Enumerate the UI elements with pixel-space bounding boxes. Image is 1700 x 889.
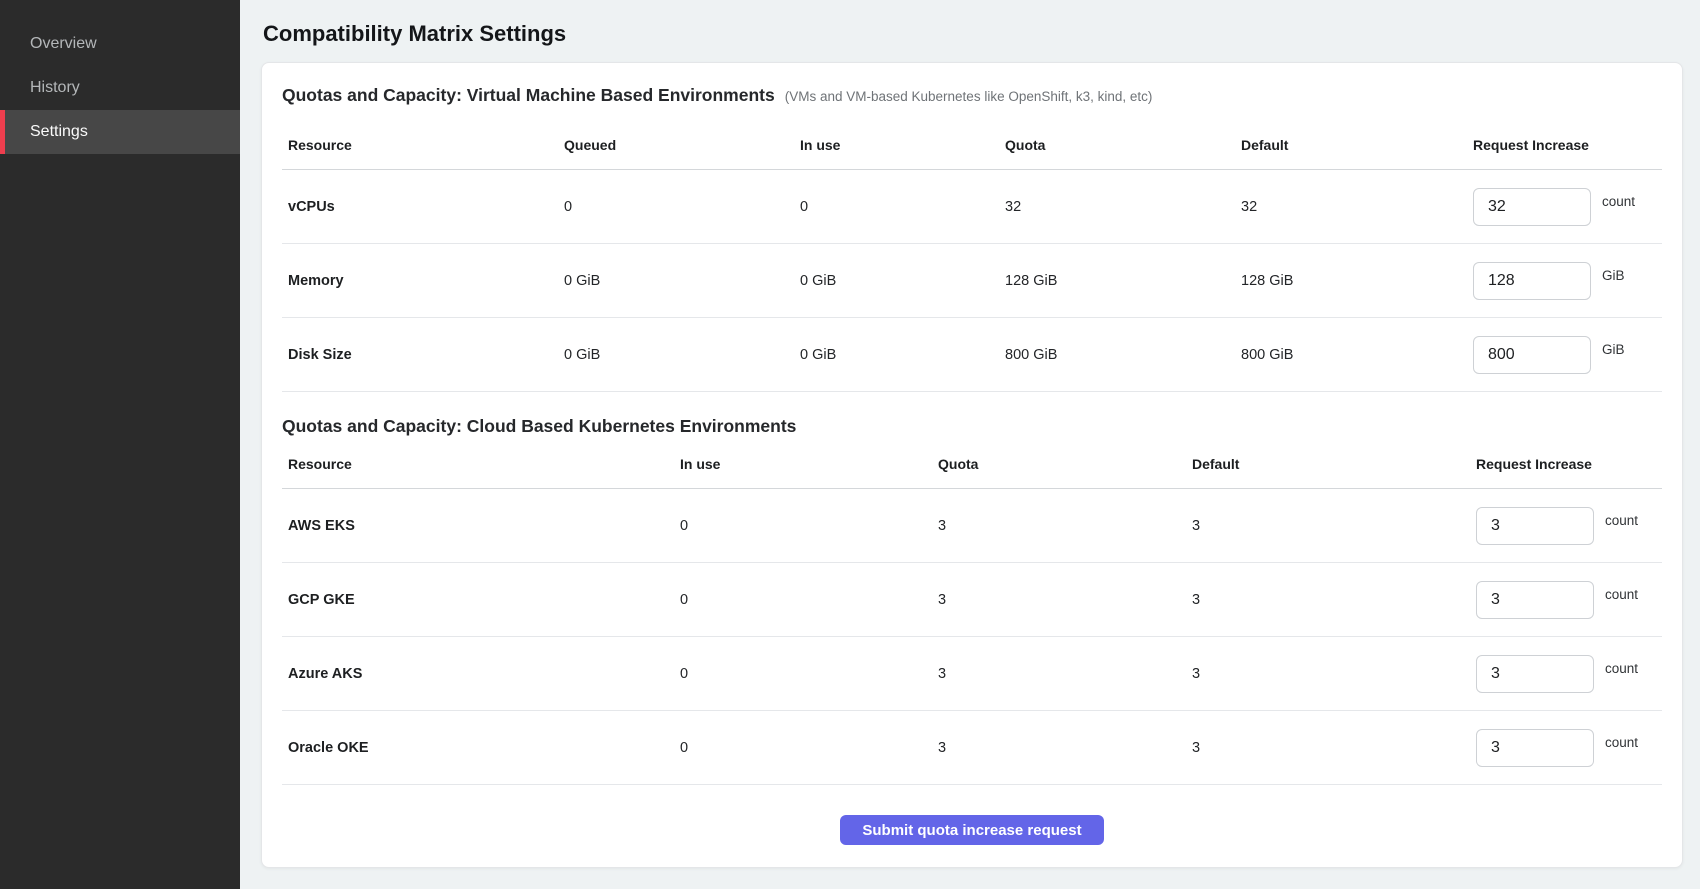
column-header: Resource xyxy=(288,109,564,169)
k8s-section-header: Quotas and Capacity: Cloud Based Kuberne… xyxy=(282,414,1662,438)
column-header: In use xyxy=(680,438,938,488)
request-increase-input[interactable] xyxy=(1473,262,1591,300)
in-use-cell: 0 xyxy=(800,199,1005,215)
card-footer: Submit quota increase request xyxy=(282,785,1662,868)
default-cell: 3 xyxy=(1192,592,1476,608)
column-header: Default xyxy=(1192,438,1476,488)
request-increase-input[interactable] xyxy=(1476,655,1594,693)
column-header: Queued xyxy=(564,109,800,169)
table-row: Oracle OKE033count xyxy=(282,711,1662,785)
quota-cell: 3 xyxy=(938,666,1192,682)
request-increase-cell: count xyxy=(1476,655,1662,693)
default-cell: 3 xyxy=(1192,740,1476,756)
in-use-cell: 0 xyxy=(680,518,938,534)
resource-cell: vCPUs xyxy=(288,199,564,215)
unit-label: count xyxy=(1602,194,1635,209)
column-header: Quota xyxy=(938,438,1192,488)
vm-table-body: vCPUs003232countMemory0 GiB0 GiB128 GiB1… xyxy=(282,170,1662,392)
unit-label: count xyxy=(1605,513,1638,528)
sidebar-item-label: Overview xyxy=(30,35,97,53)
request-increase-input[interactable] xyxy=(1473,188,1591,226)
request-increase-cell: count xyxy=(1476,581,1662,619)
submit-quota-increase-button[interactable]: Submit quota increase request xyxy=(840,815,1103,845)
request-increase-cell: count xyxy=(1476,507,1662,545)
k8s-table-header-row: ResourceIn useQuotaDefaultRequest Increa… xyxy=(282,438,1662,489)
vm-quota-table: ResourceQueuedIn useQuotaDefaultRequest … xyxy=(282,109,1662,392)
k8s-section-title: Quotas and Capacity: Cloud Based Kuberne… xyxy=(282,414,796,438)
quota-cell: 3 xyxy=(938,518,1192,534)
sidebar: Overview History Settings xyxy=(0,0,240,889)
k8s-quota-table: ResourceIn useQuotaDefaultRequest Increa… xyxy=(282,438,1662,785)
in-use-cell: 0 xyxy=(680,740,938,756)
table-row: Memory0 GiB0 GiB128 GiB128 GiBGiB xyxy=(282,244,1662,318)
queued-cell: 0 GiB xyxy=(564,273,800,289)
resource-cell: Oracle OKE xyxy=(288,740,680,756)
main-content: Compatibility Matrix Settings Quotas and… xyxy=(240,0,1700,889)
column-header: Request Increase xyxy=(1476,438,1662,488)
resource-cell: AWS EKS xyxy=(288,518,680,534)
default-cell: 800 GiB xyxy=(1241,347,1473,363)
request-increase-cell: GiB xyxy=(1473,262,1662,300)
k8s-table-body: AWS EKS033countGCP GKE033countAzure AKS0… xyxy=(282,489,1662,785)
column-header: Resource xyxy=(288,438,680,488)
vm-section-title: Quotas and Capacity: Virtual Machine Bas… xyxy=(282,83,775,107)
default-cell: 3 xyxy=(1192,518,1476,534)
quota-cell: 3 xyxy=(938,592,1192,608)
resource-cell: GCP GKE xyxy=(288,592,680,608)
default-cell: 128 GiB xyxy=(1241,273,1473,289)
sidebar-item-label: History xyxy=(30,79,80,97)
quota-settings-card: Quotas and Capacity: Virtual Machine Bas… xyxy=(261,62,1683,868)
in-use-cell: 0 GiB xyxy=(800,347,1005,363)
sidebar-item-overview[interactable]: Overview xyxy=(0,22,240,66)
default-cell: 32 xyxy=(1241,199,1473,215)
column-header: Request Increase xyxy=(1473,109,1662,169)
column-header: Default xyxy=(1241,109,1473,169)
request-increase-input[interactable] xyxy=(1473,336,1591,374)
table-row: vCPUs003232count xyxy=(282,170,1662,244)
request-increase-input[interactable] xyxy=(1476,729,1594,767)
quota-cell: 3 xyxy=(938,740,1192,756)
table-row: AWS EKS033count xyxy=(282,489,1662,563)
default-cell: 3 xyxy=(1192,666,1476,682)
unit-label: GiB xyxy=(1602,268,1625,283)
table-row: Disk Size0 GiB0 GiB800 GiB800 GiBGiB xyxy=(282,318,1662,392)
table-row: Azure AKS033count xyxy=(282,637,1662,711)
app-window: Overview History Settings Compatibility … xyxy=(0,0,1700,889)
column-header: In use xyxy=(800,109,1005,169)
request-increase-input[interactable] xyxy=(1476,507,1594,545)
queued-cell: 0 GiB xyxy=(564,347,800,363)
in-use-cell: 0 GiB xyxy=(800,273,1005,289)
vm-table-header-row: ResourceQueuedIn useQuotaDefaultRequest … xyxy=(282,109,1662,170)
table-row: GCP GKE033count xyxy=(282,563,1662,637)
resource-cell: Azure AKS xyxy=(288,666,680,682)
request-increase-cell: count xyxy=(1476,729,1662,767)
request-increase-input[interactable] xyxy=(1476,581,1594,619)
quota-cell: 128 GiB xyxy=(1005,273,1241,289)
unit-label: count xyxy=(1605,661,1638,676)
request-increase-cell: count xyxy=(1473,188,1662,226)
in-use-cell: 0 xyxy=(680,666,938,682)
quota-cell: 800 GiB xyxy=(1005,347,1241,363)
column-header: Quota xyxy=(1005,109,1241,169)
unit-label: count xyxy=(1605,587,1638,602)
sidebar-item-label: Settings xyxy=(30,123,88,141)
unit-label: count xyxy=(1605,735,1638,750)
page-title: Compatibility Matrix Settings xyxy=(263,20,1683,48)
resource-cell: Disk Size xyxy=(288,347,564,363)
quota-cell: 32 xyxy=(1005,199,1241,215)
unit-label: GiB xyxy=(1602,342,1625,357)
sidebar-item-history[interactable]: History xyxy=(0,66,240,110)
sidebar-item-settings[interactable]: Settings xyxy=(0,110,240,154)
vm-section-subtitle: (VMs and VM-based Kubernetes like OpenSh… xyxy=(785,85,1153,109)
request-increase-cell: GiB xyxy=(1473,336,1662,374)
resource-cell: Memory xyxy=(288,273,564,289)
vm-section-header: Quotas and Capacity: Virtual Machine Bas… xyxy=(282,83,1662,109)
in-use-cell: 0 xyxy=(680,592,938,608)
queued-cell: 0 xyxy=(564,199,800,215)
